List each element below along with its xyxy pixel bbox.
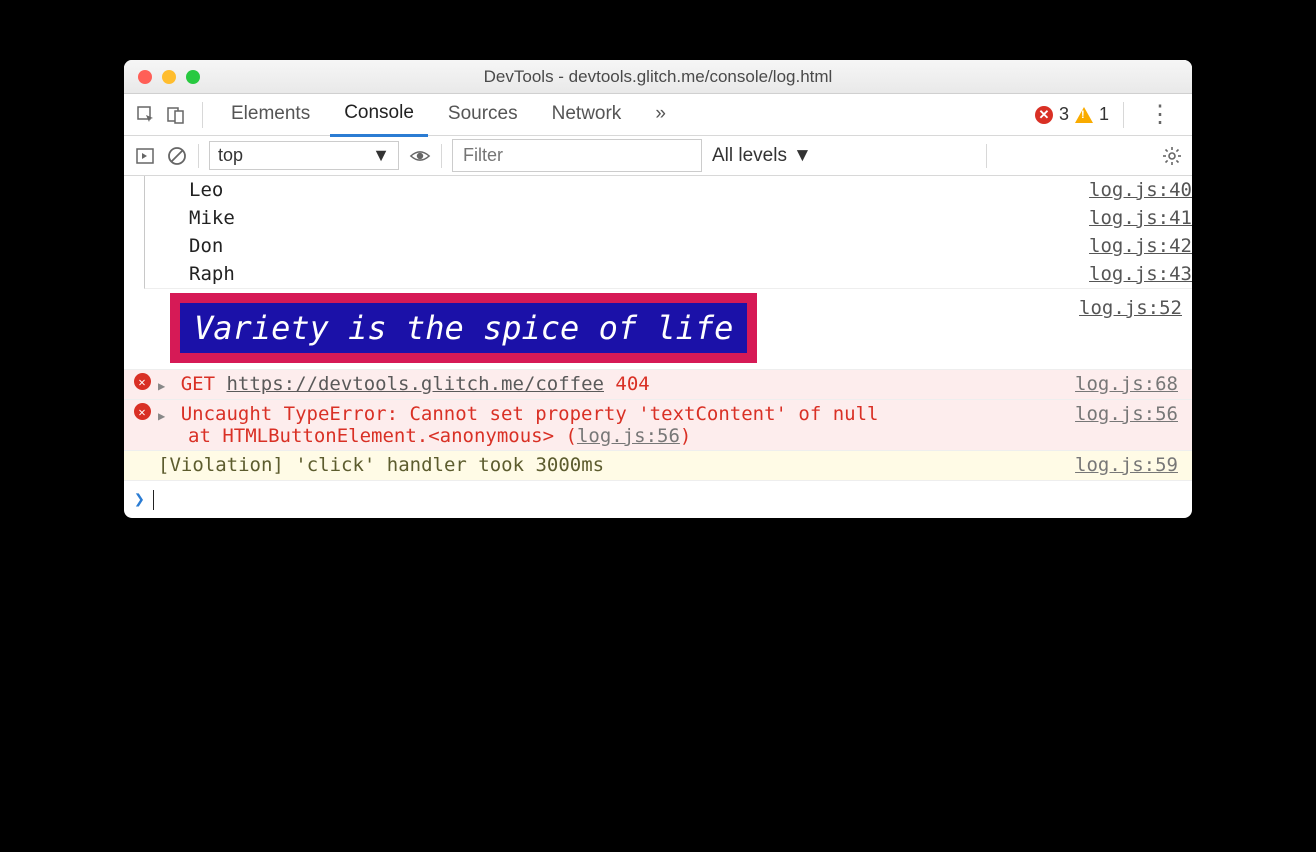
zoom-window-icon[interactable] xyxy=(186,70,200,84)
console-prompt[interactable]: ❯ xyxy=(124,481,1192,518)
titlebar: DevTools - devtools.glitch.me/console/lo… xyxy=(124,60,1192,94)
http-method: GET xyxy=(181,373,215,395)
devtools-window: DevTools - devtools.glitch.me/console/lo… xyxy=(124,60,1192,518)
tab-network[interactable]: Network xyxy=(538,94,636,135)
tab-sources[interactable]: Sources xyxy=(434,94,532,135)
log-entry[interactable]: Don log.js:42 xyxy=(145,232,1192,260)
error-icon: ✕ xyxy=(134,373,151,390)
tab-console[interactable]: Console xyxy=(330,93,428,137)
warning-count-icon xyxy=(1075,107,1093,123)
log-entry[interactable]: Leo log.js:40 xyxy=(145,176,1192,204)
issue-counters[interactable]: ✕ 3 1 xyxy=(1035,104,1109,125)
stack-link[interactable]: log.js:56 xyxy=(577,425,680,447)
source-link[interactable]: log.js:43 xyxy=(1089,263,1192,285)
panel-tabbar: Elements Console Sources Network » ✕ 3 1… xyxy=(124,94,1192,136)
text-cursor xyxy=(153,490,154,510)
exception-entry[interactable]: ✕ ▶ Uncaught TypeError: Cannot set prope… xyxy=(124,400,1192,451)
source-link[interactable]: log.js:56 xyxy=(1075,403,1182,425)
error-url[interactable]: https://devtools.glitch.me/coffee xyxy=(226,373,604,395)
source-link[interactable]: log.js:42 xyxy=(1089,235,1192,257)
log-entry[interactable]: Mike log.js:41 xyxy=(145,204,1192,232)
chevron-down-icon: ▼ xyxy=(793,145,812,167)
console-toolbar: top ▼ All levels ▼ xyxy=(124,136,1192,176)
source-link[interactable]: log.js:59 xyxy=(1075,454,1182,476)
filter-input[interactable] xyxy=(452,139,702,172)
source-link[interactable]: log.js:68 xyxy=(1075,373,1182,395)
http-status: 404 xyxy=(615,373,649,395)
tab-elements[interactable]: Elements xyxy=(217,94,324,135)
close-window-icon[interactable] xyxy=(138,70,152,84)
log-entry[interactable]: Raph log.js:43 xyxy=(145,260,1192,288)
source-link[interactable]: log.js:52 xyxy=(1079,293,1182,319)
error-message: Uncaught TypeError: Cannot set property … xyxy=(181,403,879,425)
minimize-window-icon[interactable] xyxy=(162,70,176,84)
violation-entry[interactable]: [Violation] 'click' handler took 3000ms … xyxy=(124,451,1192,481)
error-count-icon: ✕ xyxy=(1035,106,1053,124)
levels-label: All levels xyxy=(712,145,787,167)
expand-icon[interactable]: ▶ xyxy=(158,409,165,423)
window-title: DevTools - devtools.glitch.me/console/lo… xyxy=(124,67,1192,87)
error-icon: ✕ xyxy=(134,403,151,420)
more-menu-icon[interactable]: ⋮ xyxy=(1138,100,1182,129)
violation-text: [Violation] 'click' handler took 3000ms xyxy=(156,454,1075,476)
prompt-caret-icon: ❯ xyxy=(134,489,145,510)
inspect-icon[interactable] xyxy=(134,103,158,127)
source-link[interactable]: log.js:41 xyxy=(1089,207,1192,229)
tab-overflow[interactable]: » xyxy=(641,94,680,135)
context-value: top xyxy=(218,145,243,166)
console-settings-icon[interactable] xyxy=(1162,146,1182,166)
console-output: Leo log.js:40 Mike log.js:41 Don log.js:… xyxy=(124,176,1192,518)
toggle-sidebar-icon[interactable] xyxy=(134,145,156,167)
warning-count: 1 xyxy=(1099,104,1109,125)
styled-log-entry[interactable]: Variety is the spice of life log.js:52 xyxy=(124,289,1192,370)
chevron-down-icon: ▼ xyxy=(372,145,390,166)
styled-message: Variety is the spice of life xyxy=(170,293,757,363)
traffic-lights xyxy=(124,70,200,84)
network-error-entry[interactable]: ✕ ▶ GET https://devtools.glitch.me/coffe… xyxy=(124,370,1192,400)
error-count: 3 xyxy=(1059,104,1069,125)
source-link[interactable]: log.js:40 xyxy=(1089,179,1192,201)
device-toolbar-icon[interactable] xyxy=(164,103,188,127)
log-group: Leo log.js:40 Mike log.js:41 Don log.js:… xyxy=(144,176,1192,289)
expand-icon[interactable]: ▶ xyxy=(158,379,165,393)
clear-console-icon[interactable] xyxy=(166,145,188,167)
log-levels-selector[interactable]: All levels ▼ xyxy=(712,145,812,167)
live-expression-icon[interactable] xyxy=(409,145,431,167)
context-selector[interactable]: top ▼ xyxy=(209,141,399,170)
